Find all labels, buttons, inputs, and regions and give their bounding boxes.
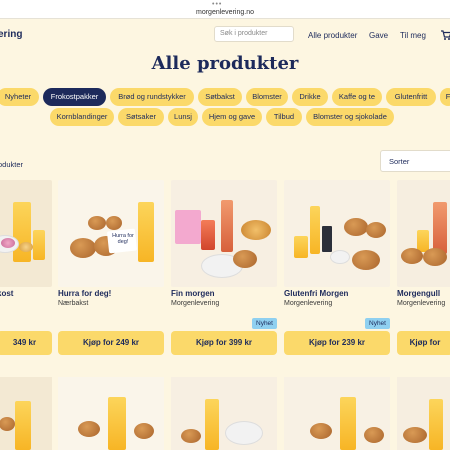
product-image[interactable] xyxy=(58,377,164,450)
page-title: Alle produkter xyxy=(151,53,299,74)
category-chip-blomster[interactable]: Blomster xyxy=(246,88,288,106)
product-category: Morgenlevering xyxy=(284,300,333,307)
product-image[interactable] xyxy=(284,377,390,450)
product-image[interactable] xyxy=(0,180,52,287)
category-chip-kaffe[interactable]: Kaffe og te xyxy=(332,88,382,106)
search-input[interactable]: Søk i produkter xyxy=(214,26,294,42)
buy-button[interactable]: Kjøp for 249 kr xyxy=(58,331,164,355)
browser-url-bar[interactable]: ••• morgenlevering.no xyxy=(0,0,450,19)
nav-link-gift[interactable]: Gave xyxy=(369,31,388,40)
category-chip-glutenfritt[interactable]: Glutenfritt xyxy=(386,88,436,106)
product-image[interactable] xyxy=(171,180,277,287)
product-image[interactable] xyxy=(171,377,277,450)
logo[interactable]: ering xyxy=(0,29,22,40)
top-navigation: ering Søk i produkter Alle produkter Gav… xyxy=(0,18,450,54)
category-chip-frokostpakker[interactable]: Frokostpakker xyxy=(43,88,106,106)
product-image[interactable] xyxy=(0,377,52,450)
buy-button[interactable]: Kjøp for 399 kr xyxy=(171,331,277,355)
nav-link-all-products[interactable]: Alle produkter xyxy=(308,31,357,40)
category-chip-drikke[interactable]: Drikke xyxy=(292,88,328,106)
new-badge: Nyhet xyxy=(365,318,390,329)
product-category: Morgenlevering xyxy=(171,300,220,307)
product-name[interactable]: Morgengull xyxy=(397,289,440,298)
category-chip-sotsaker[interactable]: Søtsaker xyxy=(118,108,164,126)
category-chip-lunsj[interactable]: Lunsj xyxy=(168,108,198,126)
buy-button[interactable]: Kjøp for xyxy=(397,331,450,355)
product-category: Morgenlevering xyxy=(397,300,446,307)
cart-icon[interactable] xyxy=(440,29,450,44)
category-chip-hjem-og-gave[interactable]: Hjem og gave xyxy=(202,108,262,126)
category-chip-nyheter[interactable]: Nyheter xyxy=(0,88,39,106)
card-message: Hurra for deg! xyxy=(112,233,134,245)
new-badge: Nyhet xyxy=(252,318,277,329)
category-chip-sotbakst[interactable]: Søtbakst xyxy=(198,88,242,106)
nav-link-for-me[interactable]: Til meg xyxy=(400,31,426,40)
product-category: Nærbakst xyxy=(58,300,89,307)
buy-button[interactable]: 349 kr xyxy=(0,331,52,355)
product-count: odukter xyxy=(0,160,24,169)
sort-select[interactable]: Sorter xyxy=(380,150,450,172)
url-text: morgenlevering.no xyxy=(196,9,254,16)
category-chip-brod[interactable]: Brød og rundstykker xyxy=(110,88,194,106)
product-name[interactable]: Fin morgen xyxy=(171,289,215,298)
product-name[interactable]: Hurra for deg! xyxy=(58,289,111,298)
category-chip-more[interactable]: F xyxy=(440,88,450,106)
category-chip-kornblandinger[interactable]: Kornblandinger xyxy=(50,108,114,126)
product-image[interactable]: Hurra for deg! xyxy=(58,180,164,287)
product-name[interactable]: kost xyxy=(0,289,13,298)
product-image[interactable] xyxy=(397,180,450,287)
buy-button[interactable]: Kjøp for 239 kr xyxy=(284,331,390,355)
product-image[interactable] xyxy=(397,377,450,450)
category-chip-blomster-sjokolade[interactable]: Blomster og sjokolade xyxy=(306,108,394,126)
more-icon: ••• xyxy=(212,1,223,8)
product-name[interactable]: Glutenfri Morgen xyxy=(284,289,348,298)
category-chip-tilbud[interactable]: Tilbud xyxy=(266,108,302,126)
product-image[interactable] xyxy=(284,180,390,287)
